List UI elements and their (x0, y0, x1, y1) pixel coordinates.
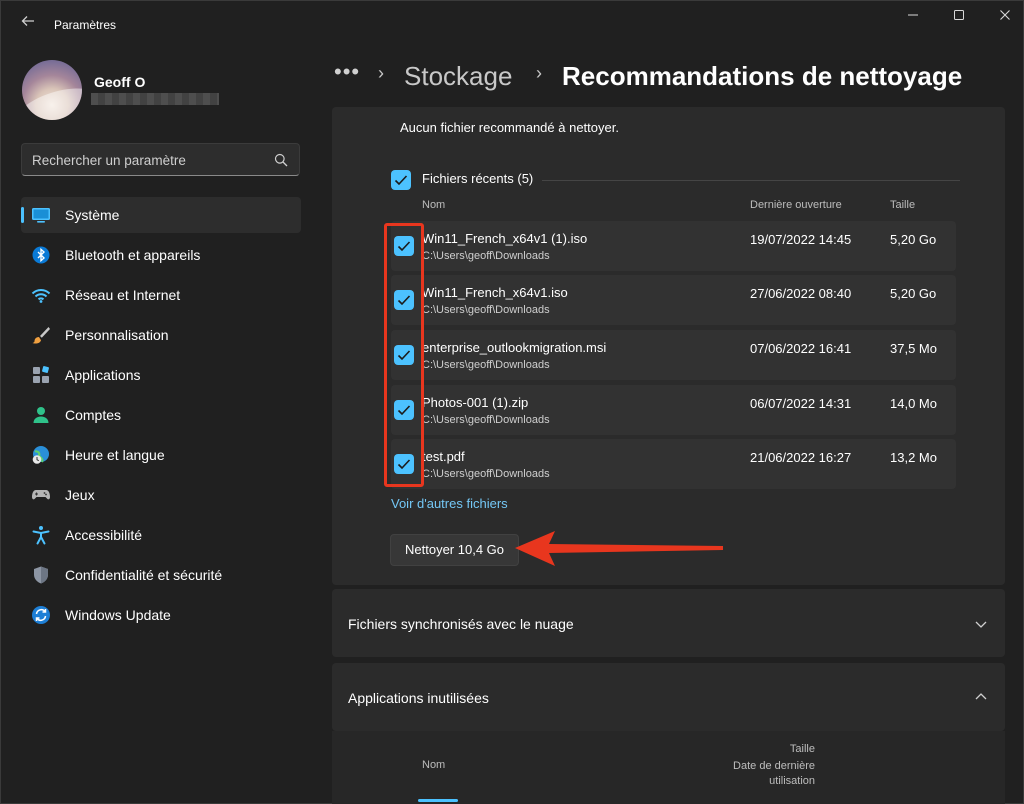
back-arrow-icon[interactable] (17, 13, 39, 35)
unused-apps-section[interactable]: Applications inutilisées (332, 663, 1005, 731)
avatar[interactable] (22, 60, 82, 120)
search-icon[interactable] (274, 153, 288, 167)
sidebar-item-label: Accessibilité (65, 527, 143, 543)
breadcrumb-parent-link[interactable]: Stockage (404, 61, 512, 92)
sidebar-item-jeux[interactable]: Jeux (21, 477, 301, 513)
shield-icon (34, 566, 48, 584)
recent-files-title: Fichiers récents (5) (422, 171, 534, 186)
system-icon (32, 208, 50, 223)
file-path: C:\Users\geoff\Downloads (422, 304, 550, 316)
accessibility-icon (32, 526, 50, 545)
file-size: 5,20 Go (890, 286, 937, 301)
sidebar-item-accessibilite[interactable]: Accessibilité (21, 517, 301, 553)
file-path: C:\Users\geoff\Downloads (422, 250, 550, 262)
sidebar-item-label: Personnalisation (65, 327, 169, 343)
file-name: Win11_French_x64v1 (1).iso (422, 231, 588, 246)
column-header-last-opened[interactable]: Dernière ouverture (750, 199, 842, 211)
file-date: 19/07/2022 14:45 (750, 232, 852, 247)
sidebar-item-personnalisation[interactable]: Personnalisation (21, 317, 301, 353)
file-name: test.pdf (422, 449, 465, 464)
brush-icon (32, 327, 50, 344)
sidebar-item-label: Windows Update (65, 607, 171, 623)
sidebar-item-windows-update[interactable]: Windows Update (21, 597, 301, 633)
user-name: Geoff O (94, 74, 146, 90)
file-date: 07/06/2022 16:41 (750, 341, 852, 356)
sidebar-item-label: Bluetooth et appareils (65, 247, 201, 263)
sidebar-item-bluetooth[interactable]: Bluetooth et appareils (21, 237, 301, 273)
table-row[interactable]: enterprise_outlookmigration.msi C:\Users… (391, 330, 956, 380)
chevron-up-icon[interactable] (974, 690, 988, 704)
unused-apps-column-last-used-line2: utilisation (769, 775, 815, 787)
cloud-section-title: Fichiers synchronisés avec le nuage (348, 616, 574, 632)
unused-apps-column-last-used[interactable]: Date de dernière (701, 760, 815, 772)
no-recommendation-text: Aucun fichier recommandé à nettoyer. (400, 120, 619, 135)
sidebar-item-reseau[interactable]: Réseau et Internet (21, 277, 301, 313)
file-size: 14,0 Mo (890, 396, 937, 411)
breadcrumb-separator-icon: › (378, 63, 384, 83)
breadcrumb-overflow-button[interactable]: ••• (334, 59, 360, 85)
sidebar-item-comptes[interactable]: Comptes (21, 397, 301, 433)
sidebar-item-label: Comptes (65, 407, 122, 423)
unused-apps-column-size[interactable]: Taille (761, 743, 815, 755)
sidebar-item-confidentialite[interactable]: Confidentialité et sécurité (21, 557, 301, 593)
unused-apps-title: Applications inutilisées (348, 690, 489, 706)
table-row[interactable]: Win11_French_x64v1.iso C:\Users\geoff\Do… (391, 275, 956, 325)
title-bar: Paramètres (1, 1, 1024, 47)
table-row[interactable]: test.pdf C:\Users\geoff\Downloads 21/06/… (391, 439, 956, 489)
search-input[interactable] (32, 150, 262, 170)
sidebar-item-label: Applications (65, 367, 141, 383)
file-size: 37,5 Mo (890, 341, 937, 356)
file-size: 5,20 Go (890, 232, 937, 247)
gamepad-icon (32, 490, 50, 500)
breadcrumb-separator-icon: › (536, 63, 542, 83)
sidebar-item-label: Heure et langue (65, 447, 165, 463)
section-divider (542, 180, 960, 181)
clean-button[interactable]: Nettoyer 10,4 Go (390, 534, 519, 566)
maximize-icon[interactable] (936, 7, 982, 27)
file-name: Photos-001 (1).zip (422, 395, 529, 410)
sidebar-nav: Système Bluetooth et appareils Réseau et… (21, 197, 301, 637)
see-more-files-link[interactable]: Voir d'autres fichiers (391, 496, 508, 511)
file-path: C:\Users\geoff\Downloads (422, 414, 550, 426)
person-icon (33, 407, 49, 423)
cloud-files-section[interactable]: Fichiers synchronisés avec le nuage (332, 589, 1005, 657)
sidebar-item-label: Jeux (65, 487, 95, 503)
recent-files-select-all-checkbox[interactable] (391, 170, 411, 190)
file-path: C:\Users\geoff\Downloads (422, 359, 550, 371)
table-row[interactable]: Win11_French_x64v1 (1).iso C:\Users\geof… (391, 221, 956, 271)
bluetooth-icon (32, 246, 50, 264)
sidebar-item-applications[interactable]: Applications (21, 357, 301, 393)
wifi-icon (31, 289, 51, 303)
file-date: 21/06/2022 16:27 (750, 450, 852, 465)
file-size: 13,2 Mo (890, 450, 937, 465)
app-title: Paramètres (54, 18, 117, 32)
file-name: enterprise_outlookmigration.msi (422, 340, 607, 355)
user-email-redacted (91, 93, 219, 105)
sidebar-item-label: Réseau et Internet (65, 287, 181, 303)
unused-apps-column-name[interactable]: Nom (422, 759, 445, 771)
minimize-icon[interactable] (890, 7, 936, 27)
column-header-size[interactable]: Taille (890, 199, 915, 211)
chevron-down-icon[interactable] (974, 617, 988, 631)
sort-indicator (418, 799, 458, 802)
search-box[interactable] (21, 143, 300, 176)
file-name: Win11_French_x64v1.iso (422, 285, 568, 300)
apps-icon (33, 366, 49, 383)
file-date: 27/06/2022 08:40 (750, 286, 852, 301)
sidebar-item-label: Confidentialité et sécurité (65, 567, 223, 583)
annotation-highlight-box (384, 223, 424, 487)
sidebar-item-systeme[interactable]: Système (21, 197, 301, 233)
column-header-name[interactable]: Nom (422, 199, 445, 211)
table-row[interactable]: Photos-001 (1).zip C:\Users\geoff\Downlo… (391, 385, 956, 435)
sidebar-item-label: Système (65, 207, 120, 223)
close-icon[interactable] (982, 7, 1024, 27)
annotation-arrow-icon (515, 531, 723, 566)
globe-clock-icon (32, 446, 49, 464)
update-icon (32, 606, 50, 624)
file-date: 06/07/2022 14:31 (750, 396, 852, 411)
sidebar-item-heure-langue[interactable]: Heure et langue (21, 437, 301, 473)
page-title: Recommandations de nettoyage (562, 61, 963, 91)
file-path: C:\Users\geoff\Downloads (422, 468, 550, 480)
settings-window: Paramètres Geoff O Système Bluetooth et … (0, 0, 1024, 804)
